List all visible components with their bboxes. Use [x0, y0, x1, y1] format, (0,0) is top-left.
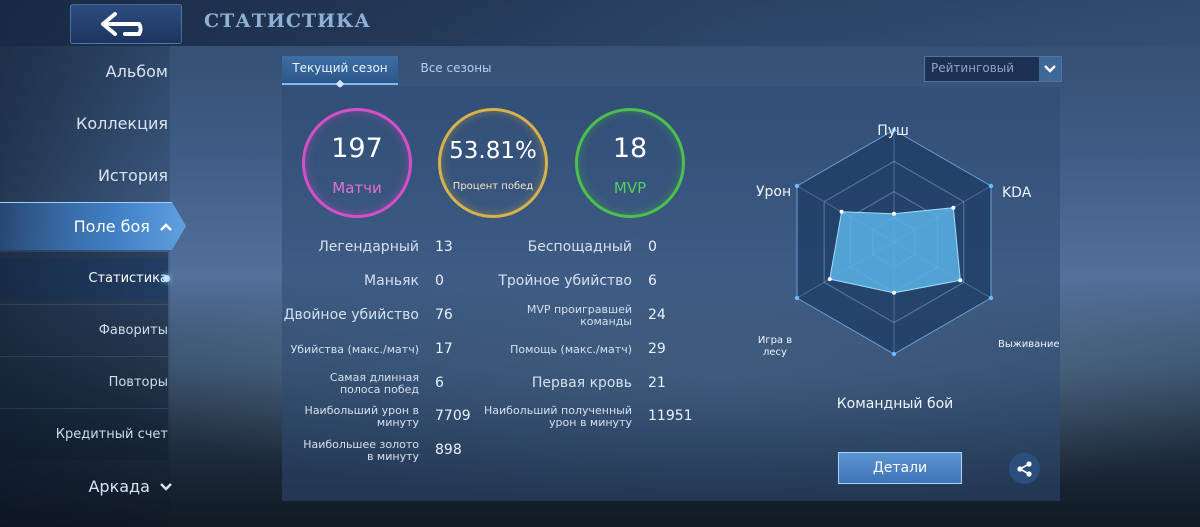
- stat-label: Беспощадный: [527, 239, 632, 255]
- details-button[interactable]: Детали: [838, 452, 962, 484]
- mvp-circle: 18 MVP: [575, 108, 685, 218]
- radar-data-point: [951, 205, 956, 210]
- stat-label: Двойное убийство: [283, 307, 419, 323]
- radar-label-survival: Выживание: [998, 339, 1060, 350]
- sidebar-item-replays[interactable]: Повторы: [0, 375, 183, 390]
- radar-corner-dot: [988, 295, 994, 301]
- stat-label: Помощь (макс./матч): [510, 343, 632, 356]
- radar-label-push: Пуш: [877, 123, 909, 139]
- active-indicator-dot: [163, 275, 170, 282]
- mvp-value: 18: [612, 133, 648, 164]
- stat-value: 24: [648, 307, 666, 323]
- sidebar-item-credit-score[interactable]: Кредитный счет: [0, 427, 183, 442]
- stat-value: 6: [435, 375, 444, 391]
- stat-value: 76: [435, 307, 453, 323]
- back-button[interactable]: [70, 4, 182, 44]
- stat-label: Самая длинная полоса побед: [329, 371, 419, 396]
- stat-value: 0: [648, 239, 657, 255]
- stat-value: 11951: [648, 408, 693, 424]
- chevron-up-icon: [160, 223, 172, 231]
- stat-value: 29: [648, 341, 666, 357]
- sidebar-item-favorites[interactable]: Фавориты: [0, 323, 183, 338]
- stat-label: Наибольшее золото в минуту: [303, 438, 419, 463]
- divider: [0, 304, 168, 305]
- stat-label: Маньяк: [364, 273, 419, 289]
- tab-current-season[interactable]: Текущий сезон: [282, 56, 398, 89]
- sidebar-item-battlefield[interactable]: Поле боя: [0, 217, 176, 236]
- radar-corner-dot: [891, 351, 897, 357]
- share-icon: [1016, 460, 1032, 477]
- share-button[interactable]: [1009, 453, 1040, 484]
- stat-label: Легендарный: [318, 239, 419, 255]
- radar-corner-dot: [794, 295, 800, 301]
- matches-value: 197: [331, 133, 383, 164]
- sidebar-item-history[interactable]: История: [0, 166, 184, 185]
- stat-value: 0: [435, 273, 444, 289]
- divider: [0, 408, 168, 409]
- radar-data-point: [839, 209, 844, 214]
- divider: [0, 356, 168, 357]
- dropdown-toggle[interactable]: [1039, 57, 1061, 81]
- radar-data-point: [892, 211, 896, 216]
- radar-data-point: [958, 278, 963, 283]
- radar-label-kda: KDA: [1002, 185, 1032, 201]
- stat-label: Первая кровь: [531, 375, 632, 391]
- radar-chart: [794, 127, 994, 357]
- radar-data-area: [829, 207, 961, 294]
- stat-value: 17: [435, 341, 453, 357]
- stat-value: 7709: [435, 408, 471, 424]
- back-arrow-icon: [101, 12, 143, 36]
- radar-data-point: [827, 277, 832, 282]
- stat-value: 6: [648, 273, 657, 289]
- chevron-down-icon: [1044, 65, 1056, 73]
- stat-value: 21: [648, 375, 666, 391]
- radar-data-point: [892, 290, 896, 295]
- mode-select[interactable]: Рейтинговый: [924, 56, 1062, 82]
- mvp-label: MVP: [613, 179, 647, 197]
- sidebar-item-collection[interactable]: Коллекция: [0, 114, 184, 133]
- stat-value: 898: [435, 442, 462, 458]
- sidebar-item-statistics[interactable]: Статистика: [0, 271, 183, 286]
- sidebar-item-arcade[interactable]: Аркада: [0, 477, 176, 496]
- page-title: СТАТИСТИКА: [204, 10, 371, 32]
- radar-label-jungle: Игра в лесу: [757, 335, 793, 358]
- chevron-down-icon: [160, 483, 172, 491]
- sidebar-item-album[interactable]: Альбом: [0, 62, 184, 81]
- stat-label: Наибольший урон в минуту: [304, 404, 419, 429]
- radar-label-teamfight: Командный бой: [836, 396, 954, 412]
- radar-corner-dot: [794, 183, 800, 189]
- radar-corner-dot: [988, 183, 994, 189]
- winrate-value: 53.81%: [449, 138, 537, 164]
- matches-circle: 197 Матчи: [302, 108, 412, 218]
- stat-label: MVP проигравшей команды: [526, 303, 632, 328]
- tab-all-seasons[interactable]: Все сезоны: [410, 56, 502, 83]
- stat-label: Наибольший полученный урон в минуту: [484, 404, 632, 429]
- matches-label: Матчи: [332, 179, 382, 197]
- winrate-circle: 53.81% Процент побед: [438, 108, 548, 218]
- radar-label-damage: Урон: [756, 184, 792, 200]
- stat-value: 13: [435, 239, 453, 255]
- winrate-label: Процент побед: [452, 181, 534, 192]
- stat-label: Убийства (макс./матч): [290, 343, 419, 356]
- stat-label: Тройное убийство: [498, 273, 632, 289]
